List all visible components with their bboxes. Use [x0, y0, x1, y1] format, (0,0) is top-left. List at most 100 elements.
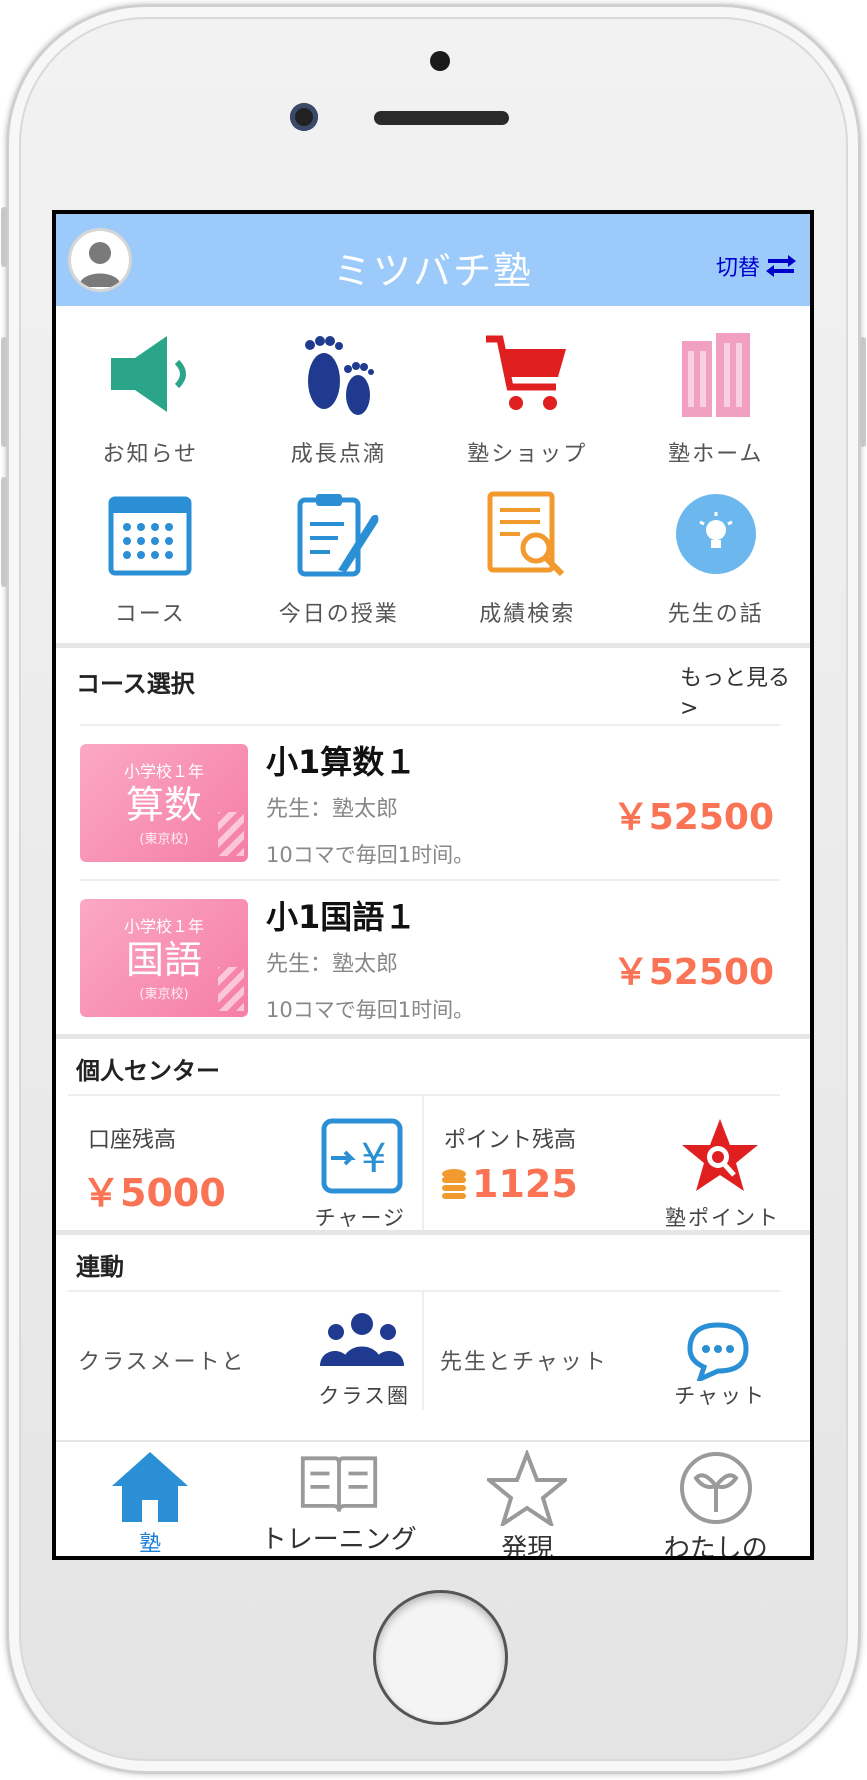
menu-item-today-class[interactable]: 今日の授業	[245, 484, 434, 644]
class-circle-label: クラス圏	[318, 1384, 410, 1408]
thumb-decoration	[218, 966, 244, 1011]
thumb-school: (東京校)	[139, 987, 189, 1002]
calendar-icon	[100, 484, 200, 584]
section-title: 個人センター	[76, 1057, 220, 1085]
more-link[interactable]: もっと見る >	[680, 664, 790, 724]
group-icon	[320, 1313, 404, 1366]
sensor-dot	[430, 51, 450, 71]
tab-training[interactable]: トレーニング	[245, 1442, 434, 1556]
app-header: ミツバチ塾 切替	[56, 214, 810, 306]
swap-arrows-icon	[766, 255, 796, 277]
charge-button[interactable]: ¥	[318, 1112, 406, 1200]
clipboard-pen-icon	[289, 484, 389, 584]
course-desc: 10コマで毎回1时间。	[266, 842, 475, 867]
lightbulb-icon	[666, 484, 766, 584]
course-card[interactable]: 小学校１年 算数 (東京校) 小1算数１ 先生：塾太郎 10コマで毎回1时间。 …	[80, 724, 780, 879]
classmates-label: クラスメートと	[78, 1350, 246, 1375]
personal-row: 口座残高 ￥5000 ¥ チャージ ポイント残高 1125 塾ポイント	[68, 1094, 780, 1230]
thumb-subject: 算数	[125, 783, 202, 827]
course-name: 小1算数１	[266, 742, 417, 781]
course-thumbnail: 小学校１年 算数 (東京校)	[80, 743, 248, 862]
juku-points-label: 塾ポイント	[665, 1206, 780, 1230]
coins-icon	[442, 1169, 466, 1199]
tab-label: わたしの	[663, 1534, 768, 1560]
course-price: ￥52500	[612, 797, 774, 838]
home-hardware-button[interactable]	[373, 1590, 508, 1725]
menu-grid: お知らせ 成長点滴 塾ショップ 塾ホーム コース 今日の授業 成績検索 先生の話	[56, 306, 810, 648]
course-thumbnail: 小学校１年 国語 (東京校)	[80, 898, 248, 1017]
balance-label: 口座残高	[88, 1128, 177, 1153]
menu-label: お知らせ	[102, 442, 199, 467]
star-icon	[487, 1450, 568, 1526]
cart-icon	[477, 324, 577, 424]
course-price: ￥52500	[612, 952, 774, 993]
sprout-icon	[676, 1450, 756, 1526]
menu-item-grade-search[interactable]: 成績検索	[433, 484, 622, 644]
home-icon	[110, 1450, 190, 1524]
switch-button[interactable]: 切替	[716, 250, 798, 282]
building-icon	[666, 324, 766, 424]
tab-juku[interactable]: 塾	[56, 1442, 245, 1556]
menu-label: 塾ショップ	[467, 442, 588, 467]
tab-label: 発現	[501, 1534, 554, 1560]
tab-discover[interactable]: 発現	[433, 1442, 622, 1556]
menu-label: 今日の授業	[278, 602, 399, 627]
class-circle-panel[interactable]: クラスメートと クラス圏	[68, 1292, 424, 1410]
teacher-chat-panel[interactable]: 先生とチャット チャット	[424, 1292, 780, 1410]
book-icon	[299, 1450, 379, 1517]
juku-points-button[interactable]	[676, 1112, 764, 1200]
points-label: ポイント残高	[444, 1128, 577, 1153]
menu-item-notice[interactable]: お知らせ	[56, 324, 245, 484]
footprints-icon	[289, 324, 389, 424]
menu-item-home[interactable]: 塾ホーム	[622, 324, 811, 484]
menu-label: 先生の話	[667, 602, 764, 627]
document-search-icon	[477, 484, 577, 584]
chat-bubble-icon	[687, 1322, 749, 1381]
power-button	[860, 337, 866, 447]
charge-label: チャージ	[314, 1206, 406, 1230]
menu-item-teacher-talk[interactable]: 先生の話	[622, 484, 811, 644]
bottom-tab-bar: 塾 トレーニング 発現 わたしの	[56, 1440, 810, 1556]
tab-mine[interactable]: わたしの	[622, 1442, 811, 1556]
menu-item-course[interactable]: コース	[56, 484, 245, 644]
activity-section-header: 連動	[56, 1235, 810, 1290]
personal-section-header: 個人センター	[56, 1039, 810, 1094]
balance-panel[interactable]: 口座残高 ￥5000 ¥ チャージ	[68, 1096, 424, 1230]
switch-label: 切替	[715, 256, 760, 281]
menu-label: 成長点滴	[290, 442, 387, 467]
class-circle-button[interactable]	[318, 1296, 406, 1384]
volume-up-button	[1, 337, 7, 447]
speaker-icon	[100, 324, 200, 424]
tab-label: 塾	[139, 1532, 162, 1557]
front-camera	[290, 103, 318, 131]
course-desc: 10コマで毎回1时间。	[266, 997, 475, 1022]
teacher-chat-label: 先生とチャット	[440, 1350, 608, 1375]
menu-label: 成績検索	[479, 602, 576, 627]
star-search-icon	[682, 1119, 758, 1191]
thumb-subject: 国語	[125, 938, 202, 982]
volume-down-button	[1, 477, 7, 587]
menu-item-shop[interactable]: 塾ショップ	[433, 324, 622, 484]
section-title: 連動	[76, 1253, 124, 1281]
course-section-header: コース選択 もっと見る >	[56, 648, 810, 724]
activity-row: クラスメートと クラス圏 先生とチャット チャット	[68, 1290, 780, 1410]
balance-value: ￥5000	[82, 1171, 226, 1215]
earpiece-speaker	[374, 111, 509, 125]
tab-label: トレーニング	[260, 1525, 417, 1555]
page-title: ミツバチ塾	[332, 249, 533, 293]
menu-item-growth[interactable]: 成長点滴	[245, 324, 434, 484]
thumb-decoration	[218, 811, 244, 856]
thumb-grade: 小学校１年	[123, 762, 204, 781]
course-card[interactable]: 小学校１年 国語 (東京校) 小1国語１ 先生：塾太郎 10コマで毎回1时间。 …	[80, 879, 780, 1034]
chat-label: チャット	[674, 1384, 766, 1408]
points-panel[interactable]: ポイント残高 1125 塾ポイント	[424, 1096, 780, 1230]
menu-label: コース	[114, 602, 186, 627]
yen-exchange-icon: ¥	[321, 1118, 403, 1194]
thumb-school: (東京校)	[139, 832, 189, 847]
menu-label: 塾ホーム	[668, 442, 764, 467]
thumb-grade: 小学校１年	[123, 917, 204, 936]
mute-switch	[1, 207, 7, 267]
course-name: 小1国語１	[266, 897, 417, 936]
points-value-row: 1125	[440, 1162, 578, 1206]
points-value: 1125	[472, 1162, 578, 1206]
